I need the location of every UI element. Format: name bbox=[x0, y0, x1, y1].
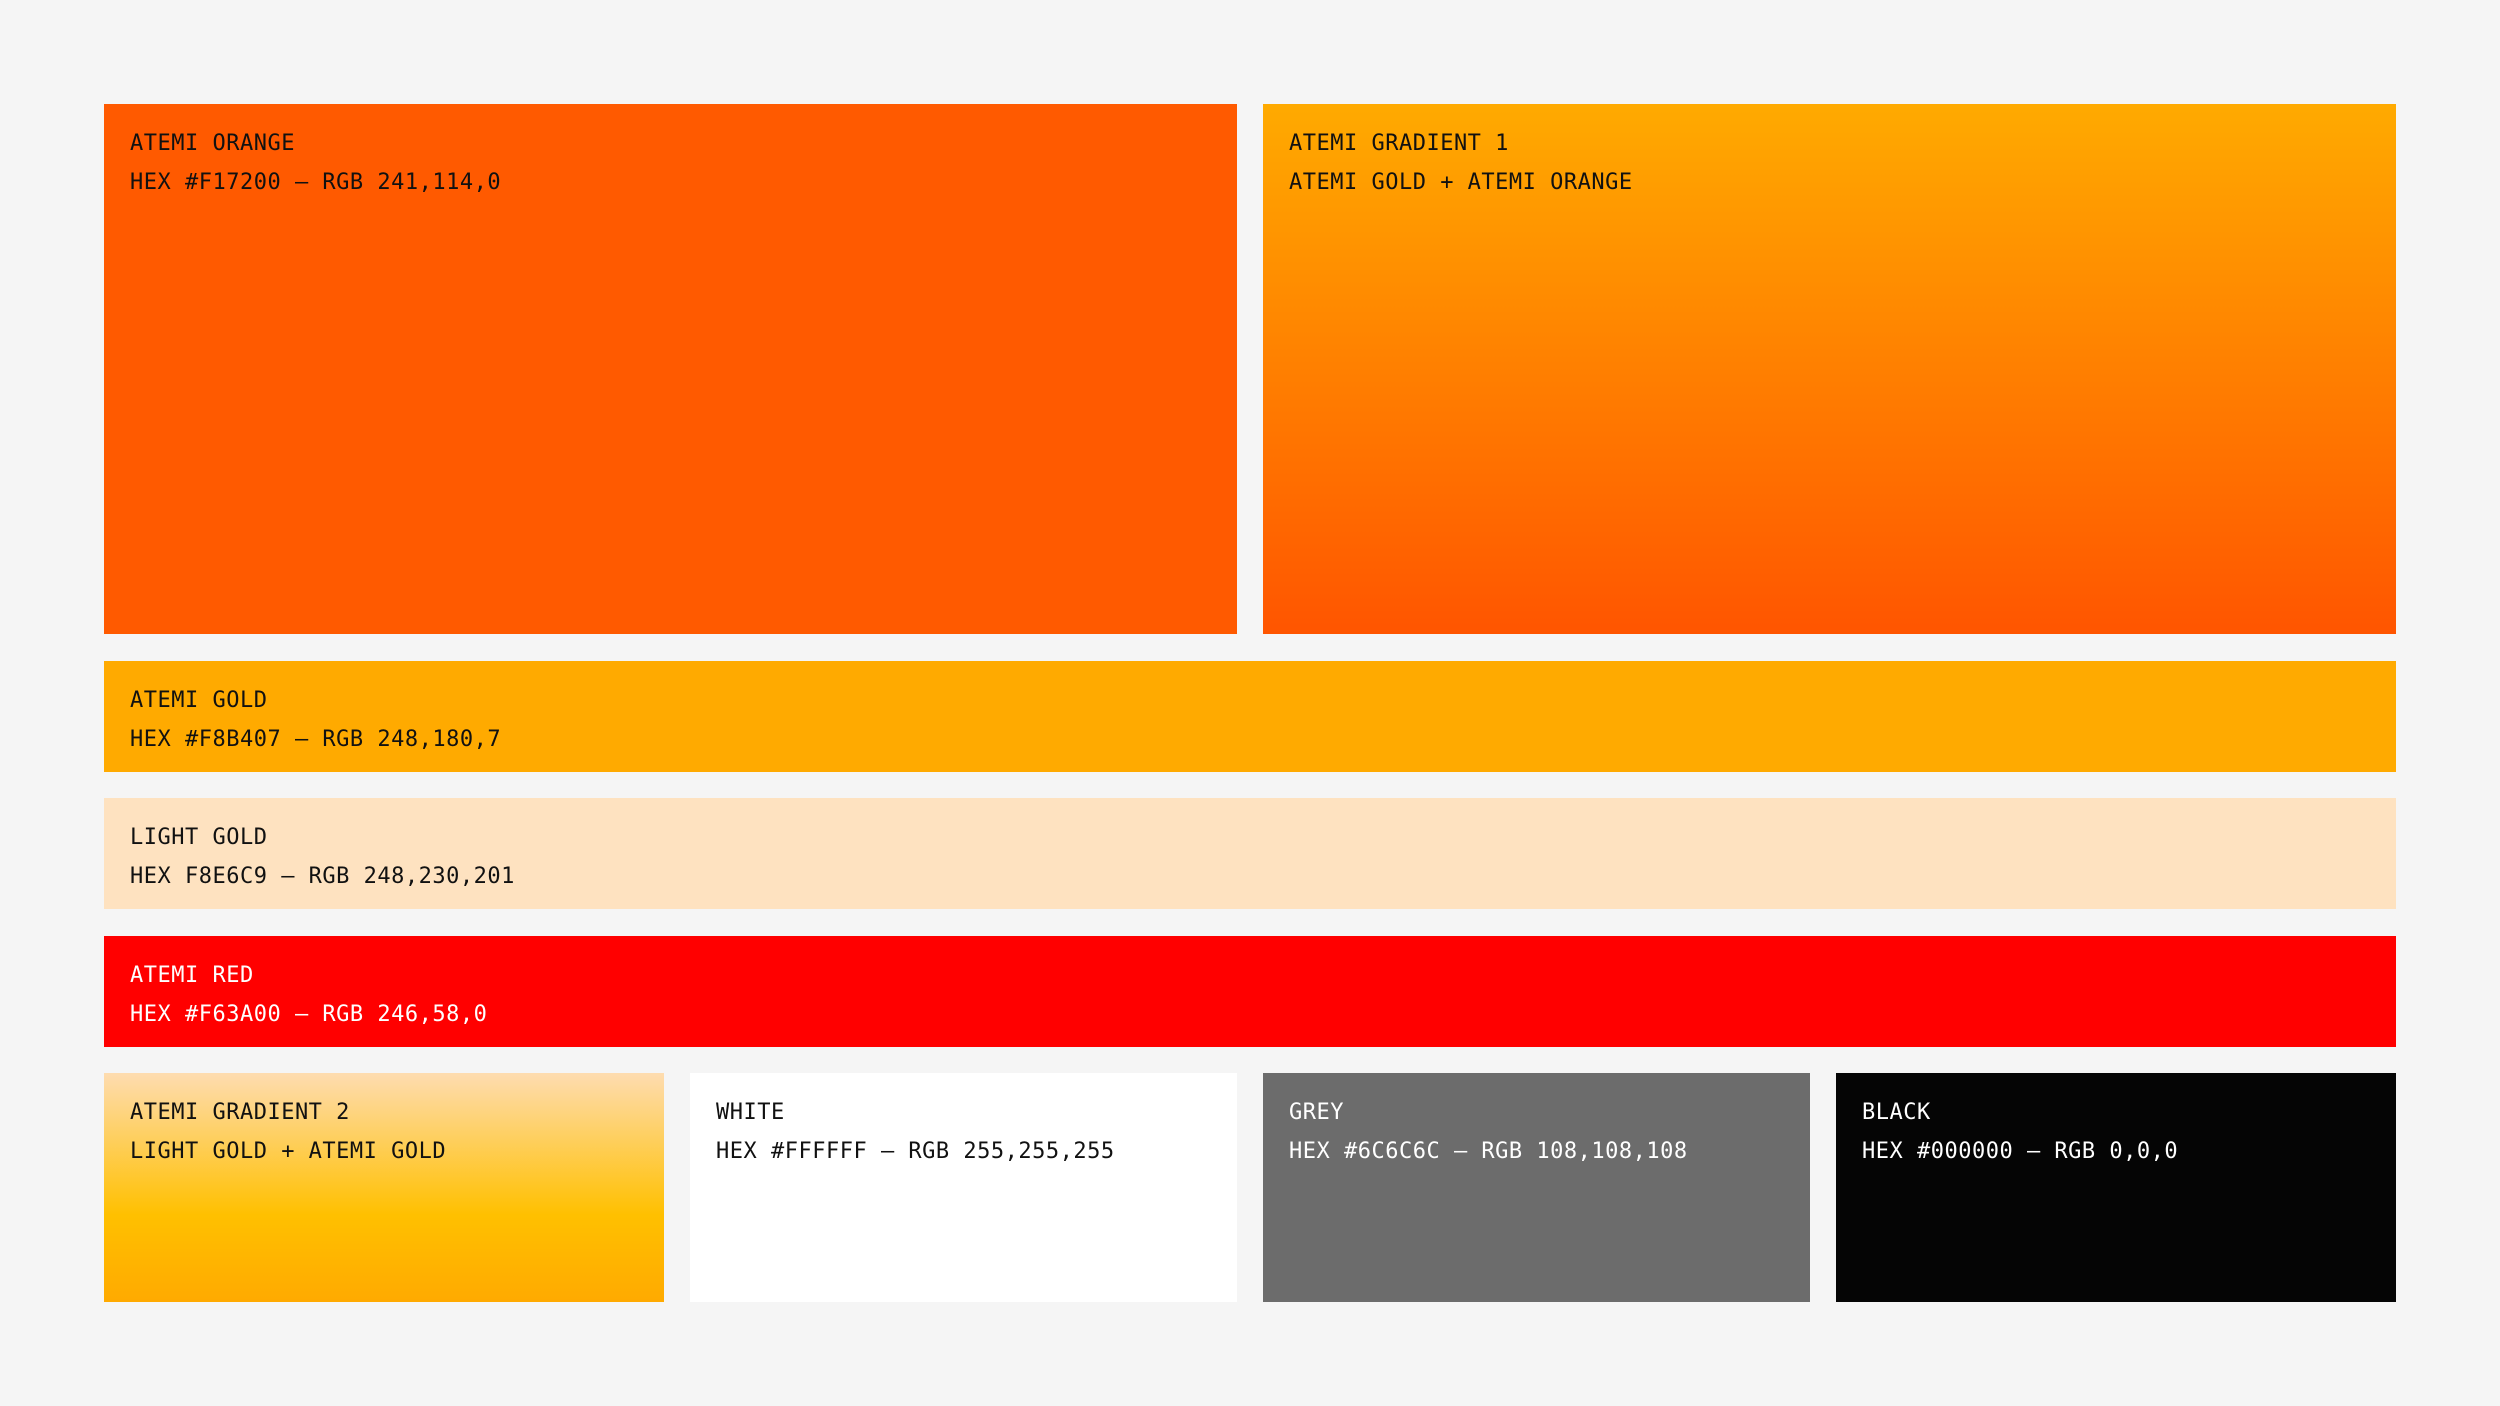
swatch-white: WHITE HEX #FFFFFF – RGB 255,255,255 bbox=[690, 1073, 1237, 1302]
swatch-atemi-gradient-2: ATEMI GRADIENT 2 LIGHT GOLD + ATEMI GOLD bbox=[104, 1073, 664, 1302]
swatch-spec: HEX F8E6C9 – RGB 248,230,201 bbox=[130, 864, 515, 889]
swatch-name: ATEMI GRADIENT 2 bbox=[130, 1100, 350, 1125]
swatch-spec: HEX #000000 – RGB 0,0,0 bbox=[1862, 1139, 2179, 1164]
swatch-light-gold: LIGHT GOLD HEX F8E6C9 – RGB 248,230,201 bbox=[104, 798, 2396, 909]
swatch-name: BLACK bbox=[1862, 1100, 1931, 1125]
swatch-spec: HEX #F63A00 – RGB 246,58,0 bbox=[130, 1002, 488, 1027]
swatch-black: BLACK HEX #000000 – RGB 0,0,0 bbox=[1836, 1073, 2396, 1302]
swatch-name: LIGHT GOLD bbox=[130, 825, 268, 850]
swatch-atemi-red: ATEMI RED HEX #F63A00 – RGB 246,58,0 bbox=[104, 936, 2396, 1047]
swatch-atemi-gradient-1: ATEMI GRADIENT 1 ATEMI GOLD + ATEMI ORAN… bbox=[1263, 104, 2396, 634]
swatch-spec: HEX #F17200 – RGB 241,114,0 bbox=[130, 170, 502, 195]
swatch-atemi-orange: ATEMI ORANGE HEX #F17200 – RGB 241,114,0 bbox=[104, 104, 1237, 634]
swatch-name: WHITE bbox=[716, 1100, 785, 1125]
swatch-name: ATEMI GOLD bbox=[130, 688, 268, 713]
swatch-spec: HEX #FFFFFF – RGB 255,255,255 bbox=[716, 1139, 1115, 1164]
swatch-name: GREY bbox=[1289, 1100, 1344, 1125]
swatch-name: ATEMI ORANGE bbox=[130, 131, 295, 156]
swatch-spec: LIGHT GOLD + ATEMI GOLD bbox=[130, 1139, 447, 1164]
swatch-name: ATEMI GRADIENT 1 bbox=[1289, 131, 1509, 156]
swatch-atemi-gold: ATEMI GOLD HEX #F8B407 – RGB 248,180,7 bbox=[104, 661, 2396, 772]
swatch-name: ATEMI RED bbox=[130, 963, 254, 988]
swatch-spec: HEX #F8B407 – RGB 248,180,7 bbox=[130, 727, 502, 752]
swatch-spec: HEX #6C6C6C – RGB 108,108,108 bbox=[1289, 1139, 1688, 1164]
swatch-grey: GREY HEX #6C6C6C – RGB 108,108,108 bbox=[1263, 1073, 1810, 1302]
swatch-spec: ATEMI GOLD + ATEMI ORANGE bbox=[1289, 170, 1633, 195]
